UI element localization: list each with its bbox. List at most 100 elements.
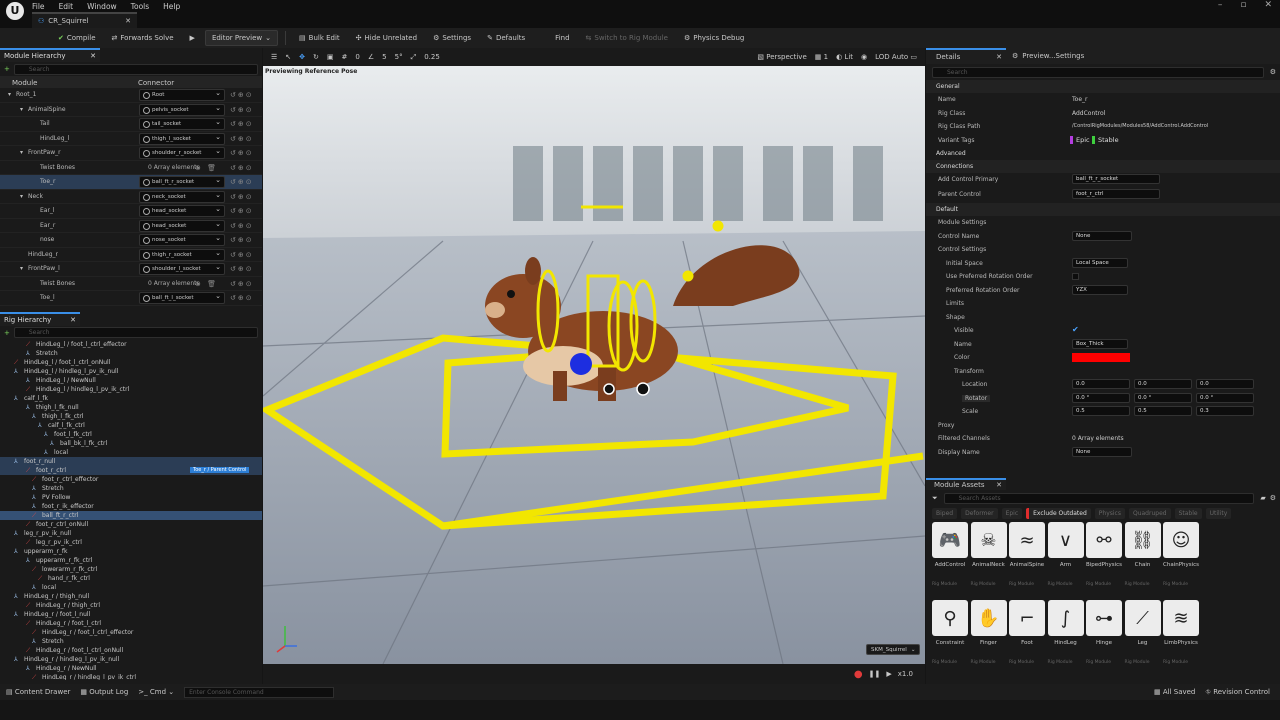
close-icon[interactable]: ✕ xyxy=(90,52,96,60)
connector-dropdown[interactable]: thigh_r_socket xyxy=(139,248,225,261)
module-row[interactable]: ▾ FrontPaw_r shoulder_r_socket ↺⊕⊙ xyxy=(0,146,262,161)
settings-button[interactable]: ⚙ Settings xyxy=(427,30,477,46)
proxy-row[interactable]: Proxy xyxy=(926,419,1280,433)
rotator-y[interactable]: 0.0 ° xyxy=(1134,392,1192,403)
content-drawer-button[interactable]: ▤ Content Drawer xyxy=(6,688,70,696)
rig-element-row[interactable]: ⟋ leg_r_pv_ik_ctrl xyxy=(0,538,262,547)
rotator-x[interactable]: 0.0 ° xyxy=(1072,392,1130,403)
connector-actions-icon[interactable]: ↺⊕⊙ xyxy=(230,236,254,244)
find-button[interactable]: Find xyxy=(549,30,575,46)
playback-rate[interactable]: x1.0 xyxy=(898,670,913,678)
viewport-menu-icon[interactable]: ☰ xyxy=(271,53,277,61)
section-connections[interactable]: Connections xyxy=(926,160,1280,173)
rig-element-row[interactable]: ⅄ calf_l_fk_ctrl xyxy=(0,421,262,430)
rig-element-row[interactable]: ⅄ calf_l_fk xyxy=(0,394,262,403)
asset-tile[interactable]: ⚯ BipedPhysics Rig Module xyxy=(1086,522,1122,596)
expand-arrow-icon[interactable]: ▾ xyxy=(20,149,23,156)
menu-tools[interactable]: Tools xyxy=(131,2,149,11)
rig-element-row[interactable]: ⅄ upperarm_r_fk_ctrl xyxy=(0,556,262,565)
asset-filter-chip[interactable]: Utility xyxy=(1205,507,1232,519)
rig-element-row[interactable]: ⟋ HindLeg_r / foot_l_ctrl_effector xyxy=(0,628,262,637)
connector-dropdown[interactable]: ball_ft_l_socket xyxy=(139,291,225,304)
asset-tile[interactable]: ≋ LimbPhysics Rig Module xyxy=(1163,600,1199,674)
details-tab[interactable]: Details ✕ xyxy=(926,48,1006,64)
asset-tile[interactable]: ☠ AnimalNeck Rig Module xyxy=(970,522,1007,596)
rig-hierarchy-tab[interactable]: Rig Hierarchy ✕ xyxy=(0,311,80,326)
tag-epic[interactable]: Epic xyxy=(1070,135,1090,144)
section-advanced[interactable]: Advanced xyxy=(926,147,1280,160)
connector-actions-icon[interactable]: ↺⊕⊙ xyxy=(230,149,254,157)
scale-x[interactable]: 0.5 xyxy=(1072,406,1130,416)
rig-element-row[interactable]: ⅄ HindLeg_r / thigh_null xyxy=(0,592,262,601)
close-tab-icon[interactable]: ✕ xyxy=(125,17,131,25)
expand-arrow-icon[interactable]: ▾ xyxy=(20,193,23,200)
asset-filter-chip[interactable]: Epic xyxy=(1001,507,1023,519)
show-dropdown[interactable]: ◉ xyxy=(861,53,867,61)
connector-dropdown[interactable]: shoulder_l_socket xyxy=(139,262,225,275)
physics-debug-button[interactable]: ⚙ Physics Debug xyxy=(678,30,750,46)
rig-element-row[interactable]: ⟋ HindLeg_l / foot_l_ctrl_effector xyxy=(0,340,262,349)
lod-dropdown[interactable]: LOD Auto ▭ xyxy=(875,53,917,61)
module-row[interactable]: HindLeg_r thigh_r_socket ↺⊕⊙ xyxy=(0,248,262,262)
rig-element-row[interactable]: ⟋ foot_r_ctrl_onNull xyxy=(0,520,262,529)
details-search-input[interactable]: Search xyxy=(932,66,1264,78)
module-hierarchy-tab[interactable]: Module Hierarchy ✕ xyxy=(0,48,100,62)
record-icon[interactable]: ● xyxy=(854,669,863,680)
asset-tile[interactable]: ∨ Arm Rig Module xyxy=(1047,522,1084,596)
rig-element-row[interactable]: ⅄ local xyxy=(0,583,262,592)
preview-settings-tab[interactable]: ⚙ Preview...Settings xyxy=(1012,52,1084,60)
rig-element-row[interactable]: ⟋ hand_r_fk_ctrl xyxy=(0,574,262,583)
all-saved-indicator[interactable]: ▦ All Saved xyxy=(1154,688,1195,696)
asset-tile[interactable]: ∫ HindLeg Rig Module xyxy=(1047,600,1084,674)
module-row[interactable]: Toe_r ball_ft_r_socket ↺⊕⊙ xyxy=(0,175,262,190)
module-search-input[interactable]: Search xyxy=(13,63,258,75)
connector-actions-icon[interactable]: ↺⊕⊙ xyxy=(230,193,254,201)
rig-element-row[interactable]: ⟋ HindLeg_r / foot_l_ctrl xyxy=(0,619,262,628)
rig-element-row[interactable]: ⟋ HindLeg_r / foot_l_ctrl_onNull xyxy=(0,646,262,655)
asset-tile[interactable]: ⊶ Hinge Rig Module xyxy=(1086,600,1122,674)
scale-icon[interactable]: ▣ xyxy=(327,53,334,61)
menu-help[interactable]: Help xyxy=(163,2,180,11)
asset-filter-chip[interactable]: Physics xyxy=(1094,507,1125,519)
module-row[interactable]: nose nose_socket ↺⊕⊙ xyxy=(0,233,262,248)
asset-tile[interactable]: ✋ Finger Rig Module xyxy=(970,600,1007,674)
module-row[interactable]: Ear_l head_socket ↺⊕⊙ xyxy=(0,204,262,219)
lit-dropdown[interactable]: ◐ Lit xyxy=(836,53,853,61)
close-icon[interactable]: ✕ xyxy=(70,316,76,324)
connector-actions-icon[interactable]: ↺⊕⊙ xyxy=(230,135,254,143)
rig-element-row[interactable]: ⟋ lowerarm_r_fk_ctrl xyxy=(0,565,262,574)
connector-dropdown[interactable]: neck_socket xyxy=(139,190,225,203)
rig-element-row[interactable]: ⅄ HindLeg_r / hindleg_l_pv_ik_null xyxy=(0,655,262,664)
module-row[interactable]: Twist Bones 0 Array elements ⊕ 🗑 ↺⊕⊙ xyxy=(0,277,262,291)
pause-icon[interactable]: ❚❚ xyxy=(869,670,881,678)
close-window-icon[interactable]: ✕ xyxy=(1264,0,1272,10)
connector-actions-icon[interactable]: ↺⊕⊙ xyxy=(230,120,254,128)
module-settings-row[interactable]: Module Settings xyxy=(926,216,1280,230)
add-icon[interactable]: + xyxy=(4,65,10,73)
shape-row[interactable]: Shape xyxy=(926,311,1280,325)
asset-filter-chip[interactable]: Exclude Outdated xyxy=(1026,507,1091,519)
play-icon[interactable]: ▶ xyxy=(886,670,891,678)
rig-element-row[interactable]: ⅄ HindLeg_l / NewNull xyxy=(0,376,262,385)
rig-element-row[interactable]: ⅄ PV Follow xyxy=(0,493,262,502)
asset-tile[interactable]: ⚲ Constraint Rig Module xyxy=(932,600,968,674)
menu-edit[interactable]: Edit xyxy=(59,2,74,11)
gear-icon[interactable]: ⚙ xyxy=(1270,68,1276,76)
tag-stable[interactable]: Stable xyxy=(1092,135,1119,144)
rig-element-row[interactable]: ⅄ foot_r_null xyxy=(0,456,262,466)
rig-element-row[interactable]: ⟋ foot_r_ctrl_effector xyxy=(0,475,262,484)
rig-search-input[interactable]: Search xyxy=(13,327,258,338)
location-x[interactable]: 0.0 xyxy=(1072,379,1130,389)
module-row[interactable]: ▾ Neck neck_socket ↺⊕⊙ xyxy=(0,190,262,204)
connector-actions-icon[interactable]: ↺⊕⊙ xyxy=(230,294,254,302)
use-pref-rot-checkbox[interactable] xyxy=(1072,273,1079,280)
scale-y[interactable]: 0.5 xyxy=(1134,406,1192,416)
transform-row[interactable]: Transform xyxy=(926,365,1280,379)
close-icon[interactable]: ✕ xyxy=(996,53,1002,61)
initial-space-dropdown[interactable]: Local Space xyxy=(1072,257,1128,268)
defaults-button[interactable]: ✎ Defaults xyxy=(481,30,531,46)
module-row[interactable]: HindLeg_l thigh_l_socket ↺⊕⊙ xyxy=(0,132,262,146)
rig-element-row[interactable]: ⅄ upperarm_r_fk xyxy=(0,547,262,556)
connector-dropdown[interactable]: head_socket xyxy=(139,219,225,232)
module-row[interactable]: ▾ Root_1 Root ↺⊕⊙ xyxy=(0,88,262,103)
